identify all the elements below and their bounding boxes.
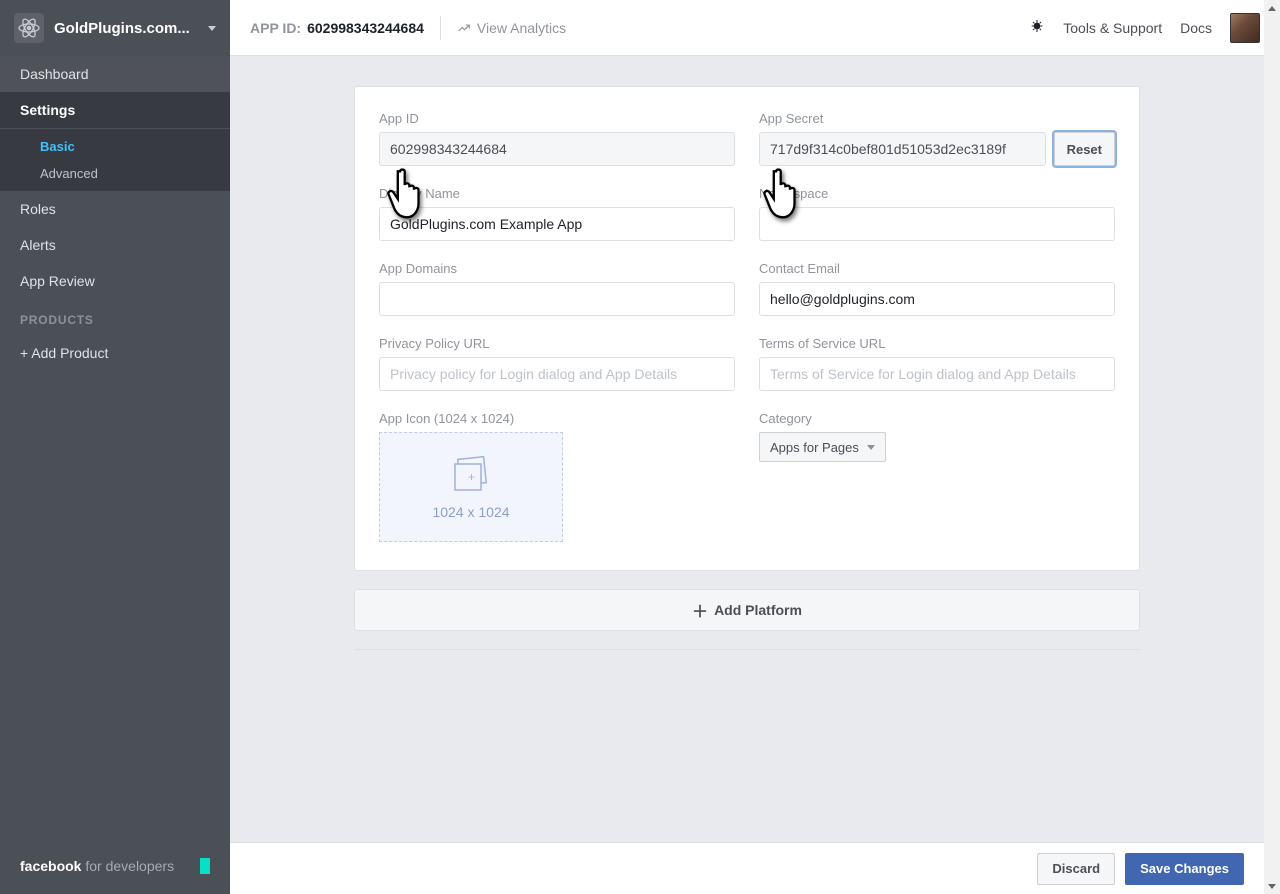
products-header: PRODUCTS [0, 299, 230, 335]
app-secret-field[interactable] [759, 132, 1046, 166]
tos-url-label: Terms of Service URL [759, 336, 1115, 351]
scrollbar[interactable] [1264, 0, 1280, 894]
divider [354, 649, 1140, 650]
topbar: APP ID: 602998343244684 View Analytics T… [230, 0, 1280, 56]
app-icon-upload[interactable]: + 1024 x 1024 [379, 432, 563, 542]
analytics-icon [457, 21, 471, 35]
facebook-brand: facebook for developers [20, 858, 174, 874]
contact-email-label: Contact Email [759, 261, 1115, 276]
app-id-value: 602998343244684 [307, 20, 424, 36]
plus-icon: ＋ [692, 598, 708, 622]
app-id-label: APP ID: [250, 20, 301, 36]
nav-dashboard[interactable]: Dashboard [0, 56, 230, 92]
reset-secret-button[interactable]: Reset [1054, 132, 1115, 166]
savebar: Discard Save Changes [230, 842, 1264, 894]
category-label: Category [759, 411, 1115, 426]
nav-app-review[interactable]: App Review [0, 263, 230, 299]
svg-text:+: + [468, 470, 475, 484]
nav-add-product[interactable]: + Add Product [0, 335, 230, 371]
scroll-down-button[interactable] [1264, 878, 1280, 894]
privacy-url-label: Privacy Policy URL [379, 336, 735, 351]
sidebar: GoldPlugins.com... Dashboard Settings Ba… [0, 0, 230, 894]
view-analytics-link[interactable]: View Analytics [457, 20, 566, 36]
nav-settings-children: Basic Advanced [0, 128, 230, 191]
scroll-up-button[interactable] [1264, 0, 1280, 16]
privacy-url-field[interactable] [379, 357, 735, 391]
app-icon-hint: 1024 x 1024 [432, 504, 509, 520]
avatar[interactable] [1230, 13, 1260, 43]
namespace-label: Namespace [759, 186, 1115, 201]
namespace-field[interactable] [759, 207, 1115, 241]
app-selector[interactable]: GoldPlugins.com... [0, 0, 230, 56]
add-platform-button[interactable]: ＋ Add Platform [354, 589, 1140, 631]
app-secret-field-label: App Secret [759, 111, 1115, 126]
display-name-label: Display Name [379, 186, 735, 201]
app-domains-field[interactable] [379, 282, 735, 316]
contact-email-field[interactable] [759, 282, 1115, 316]
bug-icon[interactable] [1029, 18, 1045, 37]
nav-settings-advanced[interactable]: Advanced [0, 160, 230, 187]
image-placeholder-icon: + [447, 454, 495, 494]
main-content: App ID App Secret Reset Display Name Nam… [230, 56, 1264, 842]
app-id-field-label: App ID [379, 111, 735, 126]
brand-accent [200, 858, 210, 874]
tos-url-field[interactable] [759, 357, 1115, 391]
tools-support-link[interactable]: Tools & Support [1063, 20, 1162, 36]
app-logo-icon [14, 13, 44, 43]
nav-roles[interactable]: Roles [0, 191, 230, 227]
app-name: GoldPlugins.com... [54, 20, 202, 37]
sidebar-footer: facebook for developers [0, 848, 230, 884]
chevron-down-icon [867, 445, 875, 450]
nav-settings-basic[interactable]: Basic [0, 133, 230, 160]
docs-link[interactable]: Docs [1180, 20, 1212, 36]
save-button[interactable]: Save Changes [1125, 853, 1244, 885]
brand-light: for developers [81, 858, 174, 874]
analytics-label: View Analytics [477, 20, 566, 36]
brand-bold: facebook [20, 858, 81, 874]
category-select[interactable]: Apps for Pages [759, 432, 886, 462]
app-domains-label: App Domains [379, 261, 735, 276]
nav-settings[interactable]: Settings [0, 92, 230, 128]
category-value: Apps for Pages [770, 440, 859, 455]
discard-button[interactable]: Discard [1037, 853, 1115, 885]
app-icon-label: App Icon (1024 x 1024) [379, 411, 735, 426]
settings-card: App ID App Secret Reset Display Name Nam… [354, 86, 1140, 571]
add-platform-label: Add Platform [714, 602, 802, 618]
divider [440, 16, 441, 40]
nav-alerts[interactable]: Alerts [0, 227, 230, 263]
app-id-field[interactable] [379, 132, 735, 166]
display-name-field[interactable] [379, 207, 735, 241]
chevron-down-icon [208, 26, 216, 31]
